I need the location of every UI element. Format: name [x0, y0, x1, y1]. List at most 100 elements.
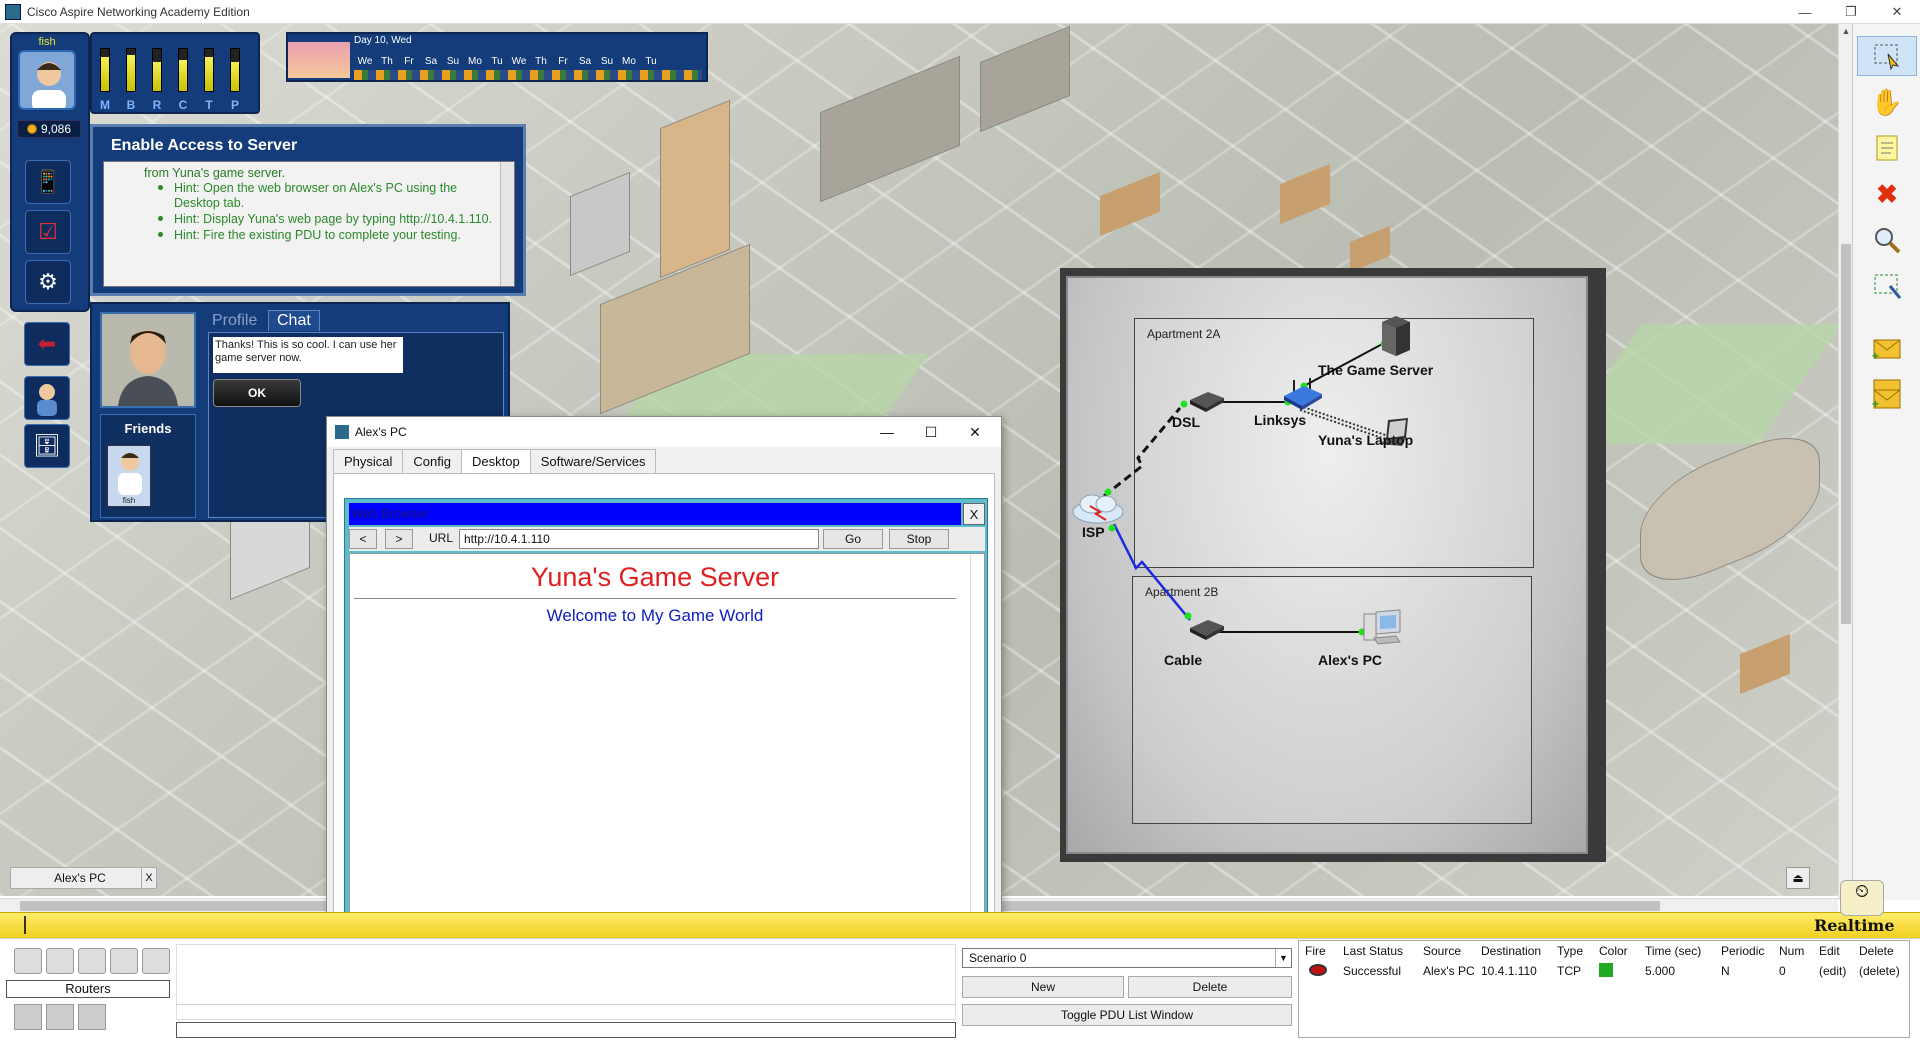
- switch-category-icon[interactable]: [46, 948, 74, 974]
- delete-scenario-button[interactable]: Delete: [1128, 976, 1292, 998]
- task-description: from Yuna's game server. Hint: Open the …: [103, 161, 515, 287]
- forward-button[interactable]: >: [385, 529, 413, 549]
- house: [1350, 225, 1390, 273]
- calendar-bar[interactable]: Day 10, Wed We Th Fr Sa Su Mo Tu We Th Fr Sa Su …: [286, 32, 708, 82]
- eject-icon[interactable]: ⏏: [1786, 867, 1810, 889]
- friends-title: Friends: [124, 421, 172, 436]
- connections-category-icon[interactable]: [142, 948, 170, 974]
- scroll-up-icon[interactable]: ▲: [1839, 26, 1853, 40]
- house: [1280, 163, 1330, 225]
- realtime-mode-label[interactable]: Realtime: [1814, 916, 1895, 935]
- phone-icon[interactable]: 📱: [25, 160, 71, 204]
- dsl-modem-icon[interactable]: [1186, 388, 1226, 414]
- custom-device-icon[interactable]: [78, 1004, 106, 1030]
- device-category-label: Routers: [6, 980, 170, 998]
- task-title: Enable Access to Server: [111, 137, 298, 154]
- toggle-pdu-list-button[interactable]: Toggle PDU List Window: [962, 1004, 1292, 1026]
- pc-window-title: Alex's PC: [355, 425, 407, 439]
- device-label-alex-pc: Alex's PC: [1318, 652, 1383, 668]
- new-scenario-button[interactable]: New: [962, 976, 1124, 998]
- meter-label: B: [126, 98, 136, 112]
- mode-bar: [0, 912, 1920, 938]
- tab-config[interactable]: Config: [402, 449, 462, 473]
- end-device-icon[interactable]: [14, 1004, 42, 1030]
- note-tool-icon[interactable]: [1857, 128, 1917, 168]
- wan-emulation-icon[interactable]: [46, 1004, 74, 1030]
- maximize-button[interactable]: ☐: [909, 417, 953, 447]
- device-list-scrollbar[interactable]: [176, 1004, 956, 1018]
- back-arrow-icon[interactable]: ⬅: [24, 322, 70, 366]
- player-avatar[interactable]: [18, 50, 76, 110]
- dropdown-arrow-icon[interactable]: ▼: [1275, 949, 1291, 967]
- minimize-button[interactable]: —: [865, 417, 909, 447]
- cable-modem-icon[interactable]: [1186, 616, 1226, 642]
- house: [1100, 171, 1160, 237]
- ok-button[interactable]: OK: [213, 379, 301, 407]
- tab-software-services[interactable]: Software/Services: [529, 449, 657, 473]
- tab-profile[interactable]: Profile: [212, 312, 257, 330]
- pc-window-icon: [335, 425, 349, 439]
- fire-icon[interactable]: [1309, 963, 1327, 976]
- tab-chat[interactable]: Chat: [268, 310, 320, 331]
- checklist-icon[interactable]: ☑: [25, 210, 71, 254]
- calendar-events-strip[interactable]: [354, 70, 702, 80]
- close-button[interactable]: ✕: [1874, 0, 1920, 24]
- resize-shape-icon[interactable]: [1857, 266, 1917, 306]
- settings-gear-icon[interactable]: ⚙: [25, 260, 71, 304]
- pdu-edit-link[interactable]: (edit): [1813, 964, 1853, 978]
- scenario-select[interactable]: Scenario 0 ▼: [962, 948, 1292, 968]
- app-title-bar: Cisco Aspire Networking Academy Edition …: [0, 0, 1920, 24]
- pdu-delete-link[interactable]: (delete): [1853, 964, 1907, 978]
- restore-button[interactable]: ❐: [1828, 0, 1874, 24]
- task-hint: Hint: Display Yuna's web page by typing …: [158, 212, 493, 226]
- chip-close-button[interactable]: X: [141, 867, 157, 889]
- alex-pc-window: Alex's PC — ☐ ✕ Physical Config Desktop …: [326, 416, 1002, 976]
- add-complex-pdu-icon[interactable]: +: [1857, 374, 1917, 414]
- topology-canvas[interactable]: Apartment 2A Apartment 2B DSL Linksys Th…: [1066, 276, 1588, 854]
- isp-cloud-icon[interactable]: [1070, 490, 1126, 526]
- open-window-chip[interactable]: Alex's PC: [10, 867, 150, 889]
- delete-tool-icon[interactable]: ✖: [1857, 174, 1917, 214]
- meter-r: [152, 48, 162, 92]
- wireless-category-icon[interactable]: [110, 948, 138, 974]
- device-label-isp: ISP: [1082, 524, 1105, 540]
- scroll-thumb[interactable]: [1841, 244, 1851, 624]
- timeline-cursor: [24, 916, 26, 934]
- select-tool-icon[interactable]: [1857, 36, 1917, 76]
- pc-window-title-bar[interactable]: Alex's PC — ☐ ✕: [327, 417, 1001, 447]
- meter-label: M: [100, 98, 110, 112]
- add-simple-pdu-icon[interactable]: +: [1857, 328, 1917, 368]
- page-vertical-scrollbar[interactable]: [970, 554, 984, 954]
- go-button[interactable]: Go: [823, 529, 883, 549]
- svg-text:+: +: [1872, 349, 1879, 362]
- building: [570, 171, 630, 277]
- friend-avatar[interactable]: fish: [107, 445, 151, 507]
- pc-icon[interactable]: [1360, 608, 1404, 646]
- hub-category-icon[interactable]: [78, 948, 106, 974]
- device-label-cable: Cable: [1164, 652, 1203, 668]
- character-icon[interactable]: [24, 376, 70, 420]
- back-button[interactable]: <: [349, 529, 377, 549]
- task-scrollbar[interactable]: [500, 162, 514, 286]
- device-label-game-server: The Game Server: [1318, 362, 1434, 378]
- building: [980, 25, 1070, 133]
- network-devices-icon[interactable]: 🗄: [24, 424, 70, 468]
- minimize-button[interactable]: —: [1782, 0, 1828, 24]
- house: [1740, 633, 1790, 695]
- game-server-icon[interactable]: [1378, 312, 1414, 358]
- tab-physical[interactable]: Physical: [333, 449, 404, 473]
- tab-desktop[interactable]: Desktop: [461, 449, 531, 473]
- linksys-router-icon[interactable]: [1280, 376, 1324, 412]
- device-label-dsl: DSL: [1172, 414, 1200, 430]
- realtime-clock-icon[interactable]: ⏲: [1840, 880, 1884, 916]
- url-input[interactable]: http://10.4.1.110: [459, 529, 819, 549]
- hand-tool-icon[interactable]: ✋: [1857, 82, 1917, 122]
- map-vertical-scrollbar[interactable]: ▲ ▼: [1838, 24, 1852, 900]
- table-row[interactable]: Successful Alex's PC 10.4.1.110 TCP 5.00…: [1299, 961, 1909, 981]
- router-category-icon[interactable]: [14, 948, 42, 974]
- close-button[interactable]: ✕: [953, 417, 997, 447]
- inspect-zoom-icon[interactable]: [1857, 220, 1917, 260]
- stop-button[interactable]: Stop: [889, 529, 949, 549]
- url-label: URL: [429, 531, 454, 545]
- browser-close-button[interactable]: X: [963, 503, 985, 525]
